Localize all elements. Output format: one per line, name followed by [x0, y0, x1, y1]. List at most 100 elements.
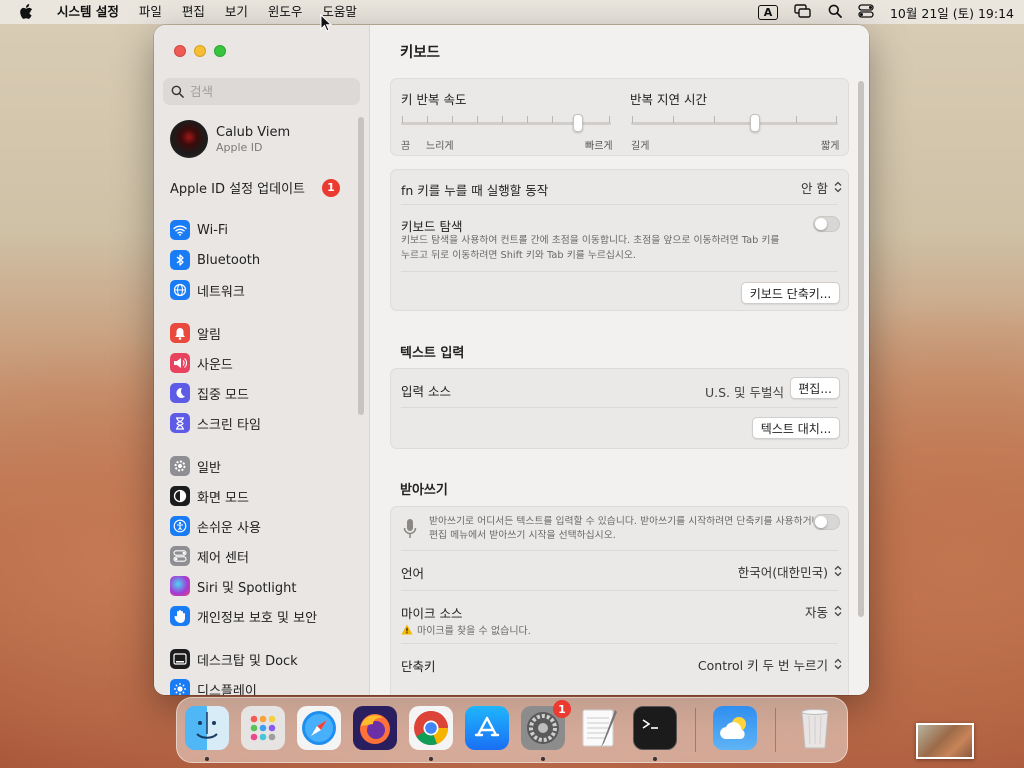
warning-icon — [401, 620, 413, 639]
input-source-value: U.S. 및 두벌식 — [705, 385, 784, 400]
input-source-indicator[interactable]: A — [757, 4, 778, 20]
running-indicator — [429, 757, 433, 761]
account-subtitle: Apple ID — [216, 140, 263, 154]
menu-view[interactable]: 보기 — [215, 0, 258, 24]
repeat-delay-slider[interactable] — [631, 114, 838, 134]
weather-icon[interactable] — [713, 706, 757, 750]
trash-icon[interactable] — [793, 706, 837, 750]
sidebar-item-label: Siri 및 Spotlight — [197, 580, 297, 596]
keyboard-navigation-toggle[interactable] — [813, 216, 840, 232]
sidebar-item-label: 제어 센터 — [197, 550, 249, 566]
appearance-icon — [170, 486, 190, 506]
apple-menu-icon[interactable] — [15, 0, 37, 24]
spotlight-search-icon[interactable] — [828, 4, 842, 21]
sidebar-item-screen-time[interactable]: 스크린 타임 — [170, 412, 261, 434]
finder-icon[interactable] — [185, 706, 229, 750]
control-center-icon[interactable] — [858, 3, 874, 21]
menu-edit[interactable]: 편집 — [172, 0, 215, 24]
input-source-label: 입력 소스 — [401, 384, 451, 399]
menu-window[interactable]: 윈도우 — [258, 0, 313, 24]
search-field[interactable] — [163, 78, 360, 105]
input-source-edit-button[interactable]: 편집... — [790, 377, 840, 399]
sidebar-item-label: 손쉬운 사용 — [197, 520, 261, 536]
dictation-desc-2: 편집 메뉴에서 받아쓰기 시작을 선택하십시오. — [429, 530, 616, 541]
sidebar-item-focus[interactable]: 집중 모드 — [170, 382, 249, 404]
menu-app-name[interactable]: 시스템 설정 — [47, 0, 129, 24]
dictation-shortcut-value: Control 키 두 번 누르기 — [697, 658, 828, 673]
sidebar-item-control-center[interactable]: 제어 센터 — [170, 545, 249, 567]
sidebar-item-bluetooth[interactable]: Bluetooth — [170, 249, 260, 271]
sidebar-item-appearance[interactable]: 화면 모드 — [170, 485, 249, 507]
text-input-card: 입력 소스 U.S. 및 두벌식 편집... 텍스트 대치... — [390, 368, 849, 449]
updown-chevron-icon — [834, 178, 842, 197]
running-indicator — [653, 757, 657, 761]
key-repeat-speed-knob[interactable] — [573, 114, 583, 132]
menu-file[interactable]: 파일 — [129, 0, 172, 24]
sidebar: Calub Viem Apple ID Apple ID 설정 업데이트 1 W… — [154, 25, 370, 695]
sidebar-item-general[interactable]: 일반 — [170, 455, 221, 477]
dock-badge: 1 — [553, 700, 571, 718]
repeat-delay-knob[interactable] — [750, 114, 760, 132]
system-settings-window: Calub Viem Apple ID Apple ID 설정 업데이트 1 W… — [154, 25, 869, 695]
terminal-icon[interactable] — [633, 706, 677, 750]
bell-icon — [170, 323, 190, 343]
running-indicator — [205, 757, 209, 761]
repeat-delay-label: 반복 지연 시간 — [630, 92, 707, 107]
sidebar-item-wifi[interactable]: Wi-Fi — [170, 219, 228, 241]
close-button[interactable] — [174, 45, 186, 57]
fn-key-label: fn 키를 누를 때 실행할 동작 — [401, 183, 549, 198]
siri-icon — [170, 576, 190, 596]
search-input[interactable] — [190, 84, 340, 99]
sidebar-item-network[interactable]: 네트워크 — [170, 279, 245, 301]
sidebar-item-desktop-dock[interactable]: 데스크탑 및 Dock — [170, 648, 298, 670]
keyboard-navigation-desc-2: 누르고 뒤로 이동하려면 Shift 키와 Tab 키를 누르십시오. — [401, 250, 637, 261]
mic-warning-text: 마이크를 찾을 수 없습니다. — [417, 626, 531, 637]
dictation-language-popup[interactable]: 한국어(대한민국) — [738, 562, 842, 581]
sidebar-item-label: Wi-Fi — [197, 222, 229, 238]
dictation-language-value: 한국어(대한민국) — [737, 565, 828, 580]
sidebar-item-privacy-security[interactable]: 개인정보 보호 및 보안 — [170, 605, 317, 627]
keyboard-options-card: fn 키를 누를 때 실행할 동작 안 함 키보드 탐색 키보드 탐색을 사용하… — [390, 169, 849, 311]
sidebar-item-accessibility[interactable]: 손쉬운 사용 — [170, 515, 261, 537]
sidebar-item-label: 디스플레이 — [197, 683, 257, 696]
sidebar-item-sound[interactable]: 사운드 — [170, 352, 233, 374]
keyboard-shortcuts-button[interactable]: 키보드 단축키... — [741, 282, 840, 304]
key-repeat-speed-slider[interactable] — [401, 114, 611, 134]
screen-mirroring-icon[interactable] — [794, 3, 812, 21]
dictation-toggle[interactable] — [813, 514, 840, 530]
sidebar-item-displays[interactable]: 디스플레이 — [170, 678, 257, 695]
text-input-heading: 텍스트 입력 — [400, 346, 465, 361]
launchpad-icon[interactable] — [241, 706, 285, 750]
update-badge: 1 — [322, 178, 340, 197]
delay-max-label: 짧게 — [821, 141, 840, 152]
text-replacement-button[interactable]: 텍스트 대치... — [752, 417, 840, 439]
zoom-button[interactable] — [214, 45, 226, 57]
delay-min-label: 길게 — [631, 141, 650, 152]
apple-id-account[interactable]: Calub Viem Apple ID — [170, 120, 290, 158]
clock[interactable]: 10월 21일 (토) 19:14 — [890, 3, 1014, 22]
fn-key-popup[interactable]: 안 함 — [801, 178, 842, 197]
sidebar-item-label: 알림 — [197, 327, 221, 343]
chrome-icon[interactable] — [409, 706, 453, 750]
dictation-card: 받아쓰기로 어디서든 텍스트를 입력할 수 있습니다. 받아쓰기를 시작하려면 … — [390, 506, 849, 695]
app-store-icon[interactable] — [465, 706, 509, 750]
sidebar-item-label: 데스크탑 및 Dock — [197, 653, 298, 669]
content-scrollbar[interactable] — [858, 81, 864, 617]
firefox-icon[interactable] — [353, 706, 397, 750]
minimize-button[interactable] — [194, 45, 206, 57]
safari-icon[interactable] — [297, 706, 341, 750]
system-settings-icon[interactable]: 1 — [521, 700, 571, 750]
sidebar-item-siri-spotlight[interactable]: Siri 및 Spotlight — [170, 575, 296, 597]
dictation-shortcut-popup[interactable]: Control 키 두 번 누르기 — [698, 655, 842, 674]
dock-icon — [170, 649, 190, 669]
accessibility-icon — [170, 516, 190, 536]
screenshot-thumbnail[interactable] — [916, 723, 974, 759]
sidebar-item-label: 사운드 — [197, 357, 233, 373]
textedit-icon[interactable] — [577, 706, 621, 750]
apple-id-update-item[interactable]: Apple ID 설정 업데이트 1 — [170, 178, 340, 197]
sidebar-item-notifications[interactable]: 알림 — [170, 322, 221, 344]
mic-source-popup[interactable]: 자동 — [805, 602, 842, 621]
hand-icon — [170, 606, 190, 626]
sidebar-scrollbar[interactable] — [358, 117, 364, 415]
key-repeat-card: 키 반복 속도 반복 지연 시간 끔 느리게 빠르게 길게 짧게 — [390, 78, 849, 156]
